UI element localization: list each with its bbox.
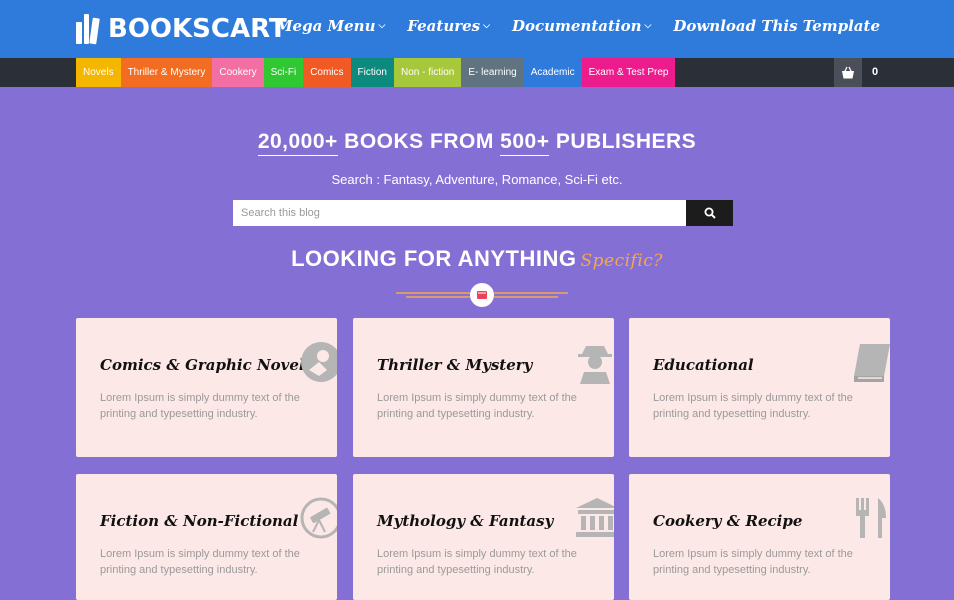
cart-count: 0 [872,66,879,78]
category-bar: Novels Thriller & Mystery Cookery Sci-Fi Com… [0,58,954,87]
search-icon [704,207,716,219]
chevron-down-icon: ⌵ [644,21,652,31]
telescope-icon [300,497,337,539]
chevron-down-icon: ⌵ [378,21,386,31]
books-logo-icon [76,14,106,45]
top-nav: Mega Menu ⌵ Features ⌵ Documentation ⌵ Down… [254,17,880,35]
shopping-bag-icon [842,66,854,79]
category-tab[interactable]: Exam & Test Prep [581,58,676,87]
chevron-down-icon: ⌵ [483,21,490,31]
category-tab[interactable]: Thriller & Mystery [120,58,213,87]
book-divider-icon [477,291,487,299]
nav-label: Features [407,17,481,35]
nav-label: Download This Template [673,17,880,35]
category-tab[interactable]: Sci-Fi [263,58,304,87]
category-tab[interactable]: Cookery [212,58,264,87]
nav-label: Documentation [511,17,642,35]
site-header: BOOKSCART Mega Menu ⌵ Features ⌵ Documenta… [0,0,954,58]
nav-documentation[interactable]: Documentation ⌵ [512,17,651,35]
cart-button[interactable] [834,58,862,87]
hero-title-mid: BOOKS FROM [344,130,494,153]
category-card[interactable]: Comics & Graphic Novels Lorem Ipsum is s… [76,318,337,457]
section-title-text: LOOKING FOR ANYTHING [291,246,577,271]
category-card[interactable]: Mythology & Fantasy Lorem Ipsum is simpl… [353,474,614,600]
category-tab[interactable]: Comics [303,58,351,87]
section-title-accent: Specific? [580,251,663,271]
category-tab[interactable]: Fiction [350,58,394,87]
search-button[interactable] [686,200,733,226]
card-title: Fiction & Non-Fictional [100,512,299,530]
nav-mega-menu[interactable]: Mega Menu ⌵ [276,17,385,35]
hero-title: 20,000+ BOOKS FROM 500+ PUBLISHERS [0,130,954,156]
category-tab[interactable]: Academic [523,58,582,87]
hero-books-count: 20,000+ [257,130,338,156]
card-text: Lorem Ipsum is simply dummy text of the … [653,392,853,420]
section-title: LOOKING FOR ANYTHING Specific? [0,246,954,272]
hero-subtitle: Search : Fantasy, Adventure, Romance, Sc… [331,172,623,187]
detective-icon [578,346,612,384]
hero-title-end: PUBLISHERS [555,130,697,153]
search-input[interactable] [233,200,686,226]
card-title: Thriller & Mystery [377,356,533,374]
nav-features[interactable]: Features ⌵ [407,17,490,35]
card-title: Comics & Graphic Novels [100,356,314,374]
card-text: Lorem Ipsum is simply dummy text of the … [653,548,853,576]
book-icon [854,344,890,382]
card-text: Lorem Ipsum is simply dummy text of the … [377,392,577,420]
category-tab[interactable]: Non - fiction [393,58,462,87]
card-text: Lorem Ipsum is simply dummy text of the … [100,392,300,420]
category-card[interactable]: Fiction & Non-Fictional Lorem Ipsum is s… [76,474,337,600]
card-title: Cookery & Recipe [653,512,803,530]
search-form [233,200,733,226]
category-tab[interactable]: Novels [76,58,121,87]
card-title: Mythology & Fantasy [377,512,554,530]
temple-icon [576,498,614,537]
category-card[interactable]: Educational Lorem Ipsum is simply dummy … [629,318,890,457]
card-text: Lorem Ipsum is simply dummy text of the … [377,548,577,576]
section-divider [396,283,568,307]
astronaut-icon [301,342,337,382]
fork-knife-icon [856,498,886,538]
nav-label: Mega Menu [275,17,376,35]
card-title: Educational [653,356,754,374]
category-list: Novels Thriller & Mystery Cookery Sci-Fi Com… [76,58,676,87]
nav-download-template[interactable]: Download This Template [673,17,880,35]
category-card[interactable]: Thriller & Mystery Lorem Ipsum is simply… [353,318,614,457]
card-text: Lorem Ipsum is simply dummy text of the … [100,548,300,576]
category-tab[interactable]: E- learning [461,58,524,87]
category-card[interactable]: Cookery & Recipe Lorem Ipsum is simply d… [629,474,890,600]
hero-publishers-count: 500+ [500,130,550,156]
